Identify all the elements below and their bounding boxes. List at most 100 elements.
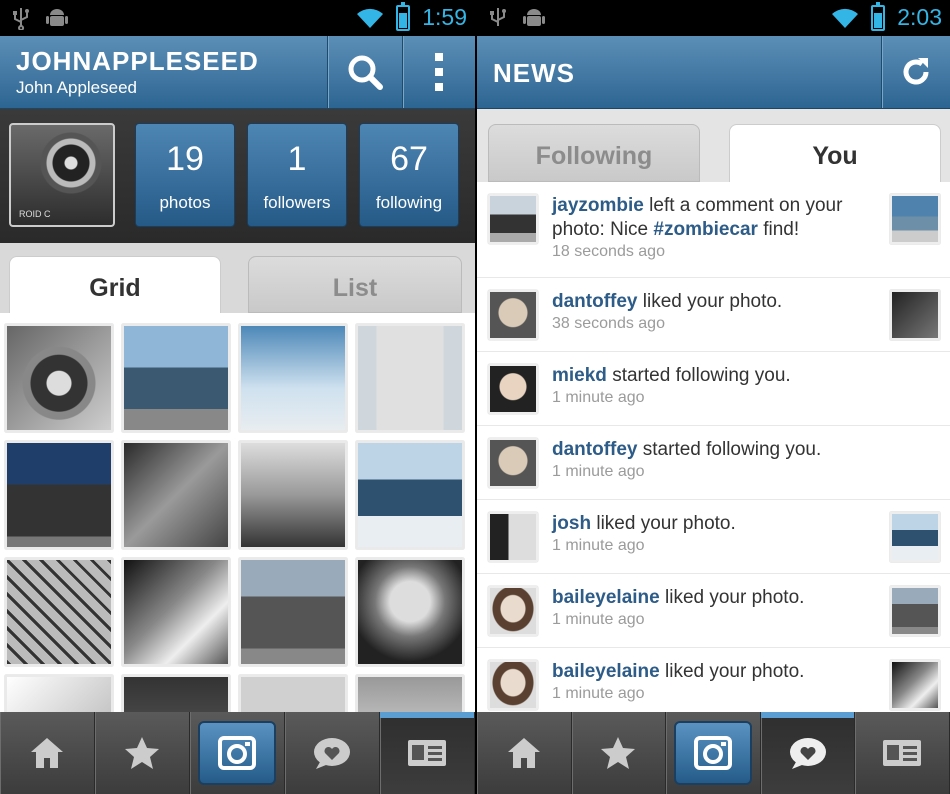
profile-card-icon bbox=[883, 740, 922, 766]
list-item[interactable]: miekd started following you. 1 minute ago bbox=[477, 352, 950, 426]
activity-text: jayzombie left a comment on your photo: … bbox=[552, 194, 872, 262]
photo-thumbnail[interactable] bbox=[122, 441, 230, 549]
search-icon bbox=[348, 55, 383, 90]
photo-thumbnail[interactable] bbox=[356, 675, 464, 713]
username-link[interactable]: miekd bbox=[552, 365, 607, 386]
photo-thumbnail[interactable] bbox=[890, 586, 940, 636]
activity-message: liked your photo. bbox=[637, 291, 783, 312]
activity-text: baileyelaine liked your photo. 1 minute a… bbox=[552, 586, 872, 630]
nav-news[interactable] bbox=[285, 712, 380, 794]
photo-thumbnail[interactable] bbox=[122, 324, 230, 432]
list-item[interactable]: dantoffey liked your photo. 38 seconds ag… bbox=[477, 278, 950, 352]
avatar-caption: ROID C bbox=[19, 209, 51, 219]
activity-text: dantoffey started following you. 1 minute… bbox=[552, 438, 872, 482]
timestamp: 1 minute ago bbox=[552, 537, 645, 554]
photo-thumbnail[interactable] bbox=[5, 324, 113, 432]
nav-profile[interactable] bbox=[380, 712, 475, 794]
photo-thumbnail[interactable] bbox=[239, 675, 347, 713]
nav-home[interactable] bbox=[477, 712, 572, 794]
overflow-menu-button[interactable] bbox=[402, 36, 475, 108]
tab-grid[interactable]: Grid bbox=[9, 256, 221, 313]
photo-thumbnail[interactable] bbox=[239, 558, 347, 666]
photo-thumbnail[interactable] bbox=[5, 675, 113, 713]
profile-stats: ROID C 19 photos 1 followers 67 followin… bbox=[0, 109, 475, 243]
home-icon bbox=[507, 738, 540, 768]
bottom-nav bbox=[0, 712, 475, 794]
news-feed: jayzombie left a comment on your photo: … bbox=[477, 182, 950, 712]
timestamp: 1 minute ago bbox=[552, 685, 645, 702]
avatar[interactable] bbox=[488, 364, 538, 414]
photo-thumbnail[interactable] bbox=[890, 660, 940, 710]
refresh-icon bbox=[903, 58, 929, 85]
photo-thumbnail[interactable] bbox=[122, 558, 230, 666]
activity-message: liked your photo. bbox=[659, 587, 805, 608]
photo-thumbnail[interactable] bbox=[356, 324, 464, 432]
tab-you[interactable]: You bbox=[729, 124, 941, 182]
followers-count: 1 bbox=[287, 140, 307, 178]
tab-list[interactable]: List bbox=[248, 256, 462, 313]
username-link[interactable]: dantoffey bbox=[552, 439, 638, 460]
photo-thumbnail[interactable] bbox=[890, 512, 940, 562]
full-name: John Appleseed bbox=[16, 78, 137, 97]
nav-news[interactable] bbox=[760, 712, 856, 794]
activity-message: find! bbox=[757, 219, 800, 240]
profile-screen: 1:59 JOHNAPPLESEED John Appleseed ROID C… bbox=[0, 0, 475, 794]
avatar[interactable] bbox=[488, 290, 538, 340]
photo-thumbnail[interactable] bbox=[5, 441, 113, 549]
search-button[interactable] bbox=[327, 36, 402, 108]
star-icon bbox=[601, 737, 636, 769]
photo-thumbnail[interactable] bbox=[356, 441, 464, 549]
username-link[interactable]: baileyelaine bbox=[552, 661, 660, 682]
activity-message: liked your photo. bbox=[591, 513, 736, 534]
username-link[interactable]: jayzombie bbox=[552, 195, 644, 216]
activity-text: baileyelaine liked your photo. 1 minute a… bbox=[552, 660, 872, 704]
avatar[interactable] bbox=[488, 512, 538, 562]
tab-following[interactable]: Following bbox=[488, 124, 700, 182]
status-time: 2:03 bbox=[897, 4, 942, 30]
photo-thumbnail[interactable] bbox=[890, 194, 940, 244]
list-item[interactable]: josh liked your photo. 1 minute ago bbox=[477, 500, 950, 574]
username-link[interactable]: dantoffey bbox=[552, 291, 638, 312]
profile-avatar[interactable]: ROID C bbox=[9, 123, 115, 227]
list-item[interactable]: dantoffey started following you. 1 minute… bbox=[477, 426, 950, 500]
photos-count: 19 bbox=[166, 140, 204, 178]
news-screen: 2:03 NEWS Following You jayzombie left a… bbox=[477, 0, 950, 794]
battery-icon bbox=[871, 1, 886, 31]
followers-label: followers bbox=[263, 193, 331, 212]
nav-popular[interactable] bbox=[572, 712, 667, 794]
nav-popular[interactable] bbox=[95, 712, 190, 794]
username-link[interactable]: josh bbox=[552, 513, 591, 534]
usb-icon bbox=[13, 8, 29, 30]
overflow-menu-icon bbox=[435, 53, 443, 91]
photo-thumbnail[interactable] bbox=[122, 675, 230, 713]
news-tabs: Following You bbox=[477, 109, 950, 182]
photo-thumbnail[interactable] bbox=[239, 441, 347, 549]
timestamp: 38 seconds ago bbox=[552, 315, 665, 332]
photos-stat[interactable]: 19 photos bbox=[135, 123, 235, 227]
followers-stat[interactable]: 1 followers bbox=[247, 123, 347, 227]
nav-home[interactable] bbox=[0, 712, 95, 794]
hashtag-link[interactable]: #zombiecar bbox=[653, 219, 758, 240]
list-item[interactable]: jayzombie left a comment on your photo: … bbox=[477, 182, 950, 278]
list-item[interactable]: baileyelaine liked your photo. 1 minute a… bbox=[477, 574, 950, 648]
timestamp: 18 seconds ago bbox=[552, 243, 665, 260]
following-stat[interactable]: 67 following bbox=[359, 123, 459, 227]
avatar[interactable] bbox=[488, 194, 538, 244]
nav-profile[interactable] bbox=[855, 712, 950, 794]
photo-thumbnail[interactable] bbox=[890, 290, 940, 340]
news-title: NEWS bbox=[493, 58, 575, 88]
photo-thumbnail[interactable] bbox=[356, 558, 464, 666]
activity-text: josh liked your photo. 1 minute ago bbox=[552, 512, 872, 556]
news-header: NEWS bbox=[477, 36, 950, 109]
username-link[interactable]: baileyelaine bbox=[552, 587, 660, 608]
home-icon bbox=[31, 738, 63, 768]
photo-thumbnail[interactable] bbox=[5, 558, 113, 666]
avatar[interactable] bbox=[488, 438, 538, 488]
list-item[interactable]: baileyelaine liked your photo. 1 minute a… bbox=[477, 648, 950, 712]
photo-thumbnail[interactable] bbox=[239, 324, 347, 432]
avatar[interactable] bbox=[488, 660, 538, 710]
nav-camera[interactable] bbox=[190, 712, 285, 794]
avatar[interactable] bbox=[488, 586, 538, 636]
nav-camera[interactable] bbox=[666, 712, 761, 794]
refresh-button[interactable] bbox=[881, 36, 950, 108]
